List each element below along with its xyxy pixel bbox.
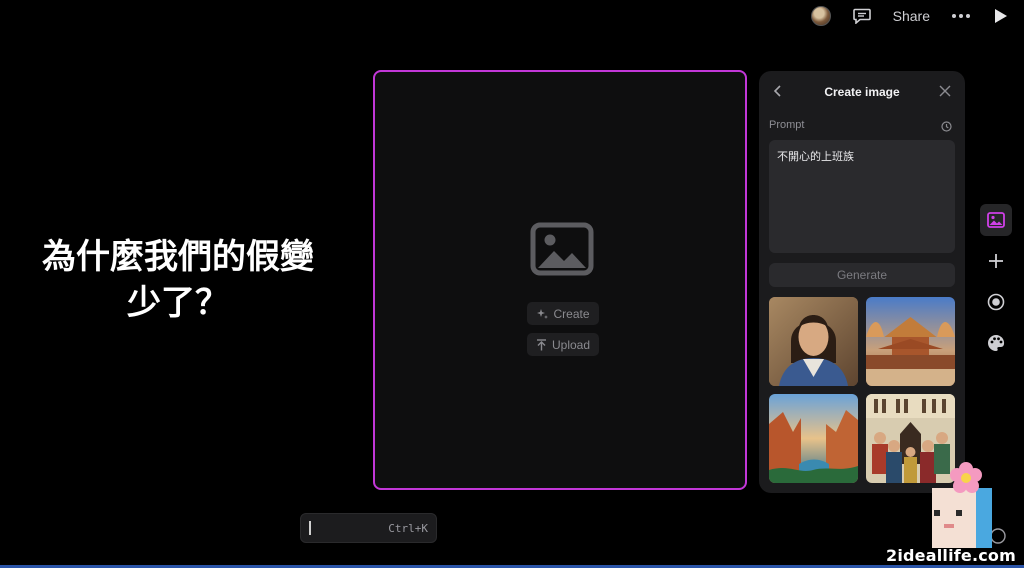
play-icon[interactable] xyxy=(992,7,1010,25)
more-icon[interactable] xyxy=(952,7,970,25)
slide-heading-line2: 少了？ xyxy=(127,283,229,323)
comment-icon[interactable] xyxy=(852,7,871,25)
close-icon[interactable] xyxy=(939,84,951,97)
panel-title: Create image xyxy=(824,85,900,99)
prompt-input[interactable]: 不開心的上班族 xyxy=(769,140,955,253)
image-placeholder-icon xyxy=(530,222,594,281)
text-caret xyxy=(309,521,311,535)
slide-heading: 為什麼我們的假變 少了？ xyxy=(10,234,346,326)
create-button[interactable]: Create xyxy=(527,302,599,325)
upload-button-label: Upload xyxy=(551,337,591,352)
generate-button[interactable]: Generate xyxy=(769,263,955,287)
sparkle-icon xyxy=(537,308,549,319)
plus-icon xyxy=(989,254,1003,268)
upload-icon xyxy=(536,338,546,350)
upload-button[interactable]: Upload xyxy=(527,333,599,356)
add-button[interactable] xyxy=(980,245,1012,277)
record-button[interactable] xyxy=(980,286,1012,318)
history-icon[interactable] xyxy=(941,119,952,132)
share-button[interactable]: Share xyxy=(893,8,930,24)
palette-icon xyxy=(988,334,1005,351)
image-icon xyxy=(987,212,1005,228)
canyon-thumbnail[interactable] xyxy=(769,394,858,483)
temple-thumbnail[interactable] xyxy=(866,297,955,386)
command-input[interactable]: Ctrl+K xyxy=(300,513,437,543)
theme-button[interactable] xyxy=(980,327,1012,359)
watermark-text: 2ideallife.com xyxy=(885,546,1016,565)
portrait-thumbnail[interactable] xyxy=(769,297,858,386)
record-icon xyxy=(987,293,1005,311)
image-tool-button[interactable] xyxy=(980,204,1012,236)
create-image-panel: Create image Prompt 不開心的上班族 Generate xyxy=(759,71,965,493)
avatar[interactable] xyxy=(810,6,831,26)
slide-heading-line1: 為什麼我們的假變 xyxy=(42,237,314,277)
top-toolbar: Share xyxy=(810,4,1010,28)
shortcut-hint: Ctrl+K xyxy=(388,521,428,535)
mascot-image xyxy=(930,462,1000,548)
create-button-label: Create xyxy=(553,306,590,321)
prompt-label: Prompt xyxy=(769,119,805,131)
image-canvas[interactable]: Create Upload xyxy=(373,70,747,490)
